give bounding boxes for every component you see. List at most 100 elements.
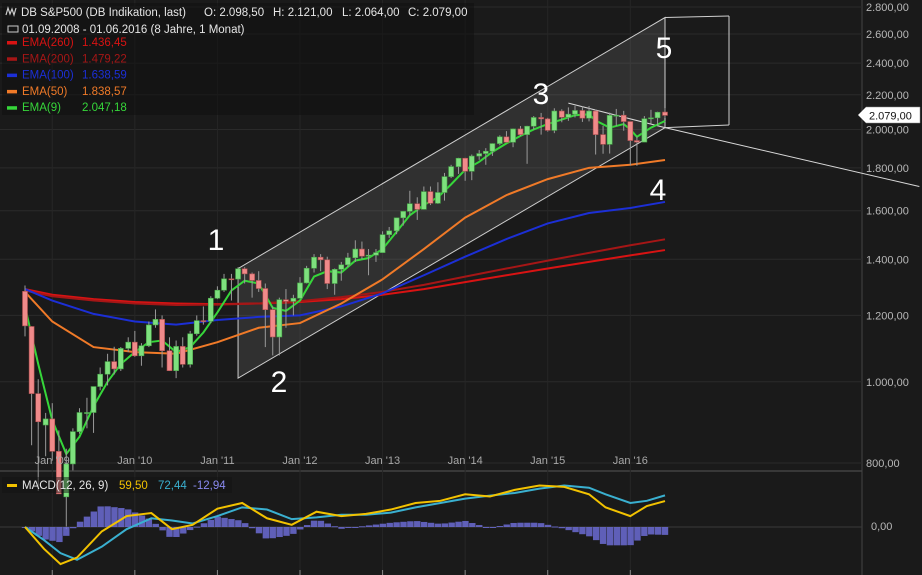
candle-body bbox=[462, 157, 468, 172]
macd-histogram-bar bbox=[400, 521, 407, 527]
candle-body bbox=[235, 268, 241, 280]
candle bbox=[379, 231, 386, 253]
macd-histogram-bar bbox=[524, 522, 531, 527]
candle bbox=[544, 117, 551, 132]
candle-body bbox=[365, 254, 372, 257]
time-tick-label: Jan '09 bbox=[35, 455, 70, 467]
candle-body bbox=[303, 267, 310, 284]
macd-histogram-bar bbox=[441, 523, 448, 527]
candle-body bbox=[386, 230, 392, 235]
macd-histogram-bar bbox=[648, 527, 655, 535]
legend-value: 2.047,18 bbox=[82, 102, 127, 114]
macd-histogram-bar bbox=[613, 527, 621, 546]
macd-histogram-bar bbox=[214, 516, 221, 527]
macd-histogram-bar bbox=[496, 526, 504, 528]
chart-canvas[interactable]: 1 2 3 4 5 2.800,00 2.600,00 2.400,00 2.200,00 2.… bbox=[0, 0, 922, 575]
candle-body bbox=[132, 341, 138, 357]
macd-histogram-bar bbox=[324, 523, 331, 527]
macd-histogram-bar bbox=[125, 509, 132, 527]
candle-body bbox=[159, 319, 165, 352]
candle-body bbox=[476, 153, 482, 157]
candle bbox=[497, 135, 503, 146]
candle-body bbox=[173, 346, 179, 371]
macd-histogram-bar bbox=[606, 527, 614, 546]
price-tick-label: 1.400,00 bbox=[866, 254, 909, 266]
candle-body bbox=[249, 273, 255, 281]
candle-body bbox=[427, 191, 434, 204]
macd-histogram-bar bbox=[207, 519, 215, 527]
candle-body bbox=[200, 320, 207, 322]
macd-histogram-bar bbox=[661, 527, 669, 535]
macd-histogram-bar bbox=[352, 527, 359, 528]
low-value: L: 2.064,00 bbox=[342, 7, 400, 19]
signal-value: 72,44 bbox=[158, 480, 187, 492]
last-price-label: 2.079,00 bbox=[869, 111, 912, 123]
candle-body bbox=[166, 350, 173, 371]
candle-body bbox=[538, 117, 544, 120]
candle-body bbox=[35, 393, 42, 423]
macd-histogram-bar bbox=[359, 526, 366, 528]
macd-histogram-bar bbox=[248, 527, 256, 529]
candle-body bbox=[290, 297, 297, 302]
hist-value: -12,94 bbox=[193, 480, 226, 492]
candle-body bbox=[441, 176, 448, 193]
wave-label: 2 bbox=[271, 366, 288, 399]
candle-body bbox=[530, 117, 537, 127]
candle-body bbox=[193, 320, 200, 335]
macd-histogram-bar bbox=[228, 519, 235, 527]
candle-body bbox=[455, 157, 462, 167]
chart-title: DB S&P500 (DB Indikation, last) bbox=[21, 7, 186, 19]
price-tick-label: 1.800,00 bbox=[866, 163, 909, 175]
macd-histogram-bar bbox=[297, 527, 304, 530]
macd-histogram-bar bbox=[537, 523, 545, 527]
candle-body bbox=[448, 166, 454, 177]
price-tick-label: 1.200,00 bbox=[866, 310, 909, 322]
macd-histogram-bar bbox=[255, 527, 263, 534]
candle-body bbox=[187, 333, 193, 365]
macd-histogram-bar bbox=[242, 523, 249, 527]
macd-histogram-bar bbox=[338, 527, 345, 529]
macd-histogram-bar bbox=[544, 524, 552, 527]
candle-body bbox=[104, 361, 111, 375]
legend-value: 1.436,45 bbox=[82, 37, 127, 49]
legend-swatch bbox=[7, 57, 17, 61]
macd-histogram-bar bbox=[200, 523, 208, 527]
macd-histogram-bar bbox=[634, 527, 641, 541]
macd-histogram-bar bbox=[420, 521, 428, 527]
legend-value: 1.479,22 bbox=[82, 53, 127, 65]
macd-histogram-bar bbox=[42, 527, 49, 540]
candle-body bbox=[352, 248, 359, 259]
candle-body bbox=[311, 256, 317, 269]
candle-body bbox=[600, 134, 606, 145]
macd-histogram-bar bbox=[63, 527, 70, 536]
candle bbox=[448, 164, 454, 179]
candle-body bbox=[111, 361, 117, 370]
macd-histogram-bar bbox=[448, 522, 455, 527]
candle bbox=[117, 347, 124, 372]
price-tick-label: 2.200,00 bbox=[866, 90, 909, 102]
candle-body bbox=[565, 113, 572, 118]
open-value: O: 2.098,50 bbox=[204, 7, 264, 19]
candle-body bbox=[544, 118, 551, 131]
candle-body bbox=[662, 111, 668, 116]
macd-histogram-bar bbox=[592, 527, 600, 541]
macd-histogram-bar bbox=[462, 520, 469, 527]
candle-body bbox=[90, 386, 97, 413]
macd-histogram-bar bbox=[186, 527, 194, 531]
time-tick-label: Jan '16 bbox=[613, 455, 648, 467]
candle-body bbox=[324, 259, 331, 284]
macd-histogram-bar bbox=[303, 525, 311, 527]
macd-histogram-bar bbox=[654, 527, 662, 535]
legend-swatch bbox=[7, 73, 17, 78]
time-tick-label: Jan '11 bbox=[200, 455, 234, 467]
candle-body bbox=[379, 234, 386, 253]
macd-histogram-bar bbox=[503, 524, 510, 527]
macd-histogram-bar bbox=[510, 522, 517, 527]
candle bbox=[187, 330, 193, 368]
macd-histogram-bar bbox=[455, 521, 462, 527]
wave-label: 3 bbox=[533, 78, 550, 111]
candle-body bbox=[125, 341, 132, 349]
candle-body bbox=[84, 412, 90, 414]
candle-body bbox=[42, 418, 49, 426]
candle-body bbox=[221, 278, 227, 291]
